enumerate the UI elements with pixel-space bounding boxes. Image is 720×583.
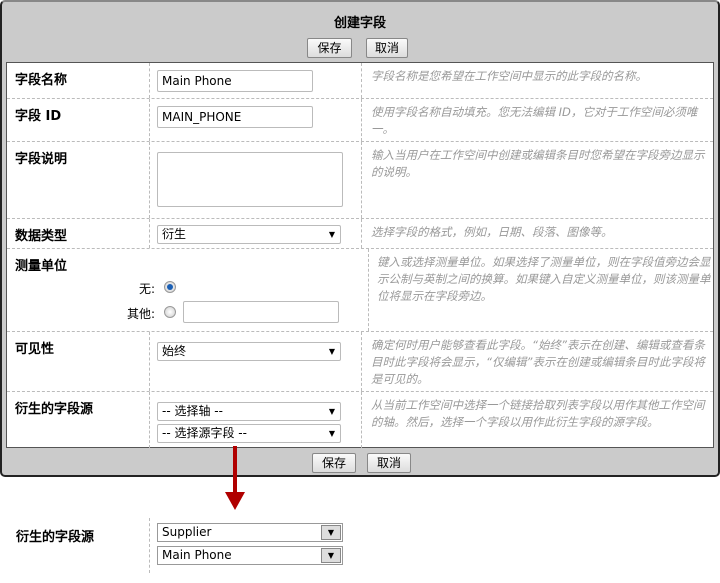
- chevron-down-icon: ▼: [328, 347, 335, 356]
- field-name-help: 字段名称是您希望在工作空间中显示的此字段的名称。: [371, 69, 647, 83]
- chevron-down-icon: ▼: [328, 230, 335, 239]
- visibility-select[interactable]: 始终 ▼: [157, 342, 341, 361]
- row-field-description: 字段说明 输入当用户在工作空间中创建或编辑条目时您希望在字段旁边显示的说明。: [7, 142, 713, 219]
- chevron-down-icon: ▼: [328, 407, 335, 416]
- cancel-button-bottom[interactable]: 取消: [367, 453, 411, 473]
- unit-label: 测量单位: [15, 259, 68, 274]
- unit-none-radio[interactable]: [164, 281, 176, 293]
- example-derived-source-label: 衍生的字段源: [16, 530, 95, 545]
- field-name-label: 字段名称: [15, 73, 68, 88]
- axis-select[interactable]: -- 选择轴 -- ▼: [157, 402, 341, 421]
- row-visibility: 可见性 始终 ▼ 确定何时用户能够查看此字段。“始终”表示在创建、编辑或查看条目时…: [7, 332, 713, 392]
- unit-none-label: 无:: [139, 282, 156, 296]
- save-button-top[interactable]: 保存: [307, 38, 352, 58]
- field-description-label: 字段说明: [15, 152, 68, 167]
- field-name-input[interactable]: Main Phone: [157, 70, 313, 92]
- field-form: 字段名称 Main Phone 字段名称是您希望在工作空间中显示的此字段的名称。…: [6, 62, 714, 448]
- chevron-down-icon: ▼: [321, 548, 341, 563]
- save-button-bottom[interactable]: 保存: [312, 453, 356, 473]
- create-field-dialog: 创建字段 保存 取消 字段名称 Main Phone 字段名称是您希望在工作空间…: [0, 0, 720, 477]
- example-axis-select[interactable]: Supplier ▼: [157, 523, 343, 542]
- visibility-label: 可见性: [15, 342, 55, 357]
- visibility-help: 确定何时用户能够查看此字段。“始终”表示在创建、编辑或查看条目时此字段将会显示，…: [371, 338, 705, 386]
- unit-other-radio[interactable]: [164, 306, 176, 318]
- unit-help: 键入或选择测量单位。如果选择了测量单位，则在字段值旁边会显示公制与英制之间的换算…: [377, 255, 711, 303]
- arrow-down-icon: [225, 446, 245, 510]
- field-description-textarea[interactable]: [157, 152, 343, 207]
- field-description-help: 输入当用户在工作空间中创建或编辑条目时您希望在字段旁边显示的说明。: [371, 148, 705, 179]
- row-field-name: 字段名称 Main Phone 字段名称是您希望在工作空间中显示的此字段的名称。: [7, 63, 713, 99]
- row-data-type: 数据类型 衍生 ▼ 选择字段的格式，例如，日期、段落、图像等。: [7, 219, 713, 249]
- row-unit: 测量单位 无: 其他: 键入或选择测量单位。如果选择了测量单位，则在字段值旁边会…: [7, 249, 713, 332]
- chevron-down-icon: ▼: [321, 525, 341, 540]
- example-source-field-select[interactable]: Main Phone ▼: [157, 546, 343, 565]
- cancel-button-top[interactable]: 取消: [366, 38, 408, 58]
- unit-other-label: 其他:: [127, 307, 156, 321]
- derived-source-help: 从当前工作空间中选择一个链接拾取列表字段以用作其他工作空间的轴。然后，选择一个字…: [371, 398, 705, 429]
- chevron-down-icon: ▼: [328, 429, 335, 438]
- data-type-label: 数据类型: [15, 229, 68, 244]
- field-id-help: 使用字段名称自动填充。您无法编辑 ID，它对于工作空间必须唯一。: [371, 105, 698, 136]
- field-id-label: 字段 ID: [15, 109, 62, 124]
- row-derived-source: 衍生的字段源 -- 选择轴 -- ▼ -- 选择源字段 -- ▼ 从当前工作空间中选…: [7, 392, 713, 448]
- dialog-title: 创建字段: [333, 16, 386, 31]
- unit-other-input[interactable]: [183, 301, 339, 323]
- source-field-select[interactable]: -- 选择源字段 -- ▼: [157, 424, 341, 443]
- data-type-select[interactable]: 衍生 ▼: [157, 225, 341, 244]
- row-field-id: 字段 ID MAIN_PHONE 使用字段名称自动填充。您无法编辑 ID，它对于…: [7, 99, 713, 142]
- derived-source-label: 衍生的字段源: [15, 402, 94, 417]
- field-id-input[interactable]: MAIN_PHONE: [157, 106, 313, 128]
- data-type-help: 选择字段的格式，例如，日期、段落、图像等。: [371, 225, 613, 239]
